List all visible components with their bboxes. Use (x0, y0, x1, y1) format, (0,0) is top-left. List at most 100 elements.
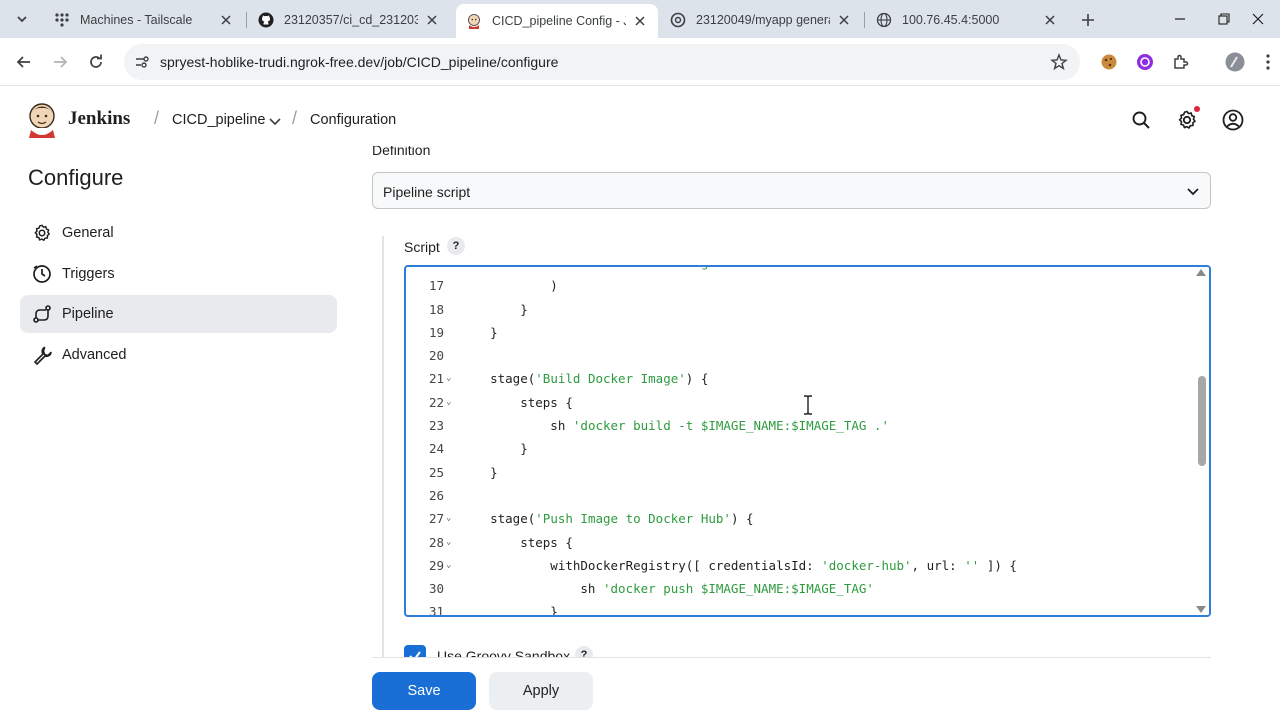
sidebar-item-advanced[interactable]: Advanced (20, 336, 337, 374)
user-account-icon[interactable] (1221, 108, 1245, 132)
line-number: 30 (428, 581, 444, 597)
fold-chevron-icon[interactable]: ⌄ (446, 554, 456, 577)
pipeline-icon (32, 304, 52, 324)
help-icon[interactable]: ? (575, 646, 593, 657)
line-number: 16 (406, 267, 444, 274)
tab-title: CICD_pipeline Config - Je (492, 14, 626, 28)
sidebar-item-pipeline[interactable]: Pipeline (20, 295, 337, 333)
reload-icon[interactable] (84, 50, 108, 74)
new-tab-plus-icon[interactable] (1076, 8, 1100, 32)
script-editor[interactable]: 16 credentialsId: 'github-cr'17 ) 18 } 19 … (404, 265, 1211, 617)
minimize-window-icon[interactable] (1160, 6, 1200, 32)
browser-tab-chatgpt[interactable]: 23120049/myapp genera (660, 6, 862, 34)
breadcrumb-configuration: Configuration (310, 112, 397, 128)
chatgpt-icon (670, 12, 686, 28)
code-text: withDockerRegistry([ credentialsId: 'doc… (460, 557, 1017, 573)
scroll-down-arrow-icon[interactable] (1196, 606, 1206, 613)
text-cursor-icon (802, 395, 814, 415)
address-bar[interactable]: spryest-hoblike-trudi.ngrok-free.dev/job… (124, 44, 1080, 80)
forward-arrow-icon[interactable] (48, 50, 72, 74)
line-number: 22 (428, 394, 444, 410)
chevron-down-icon[interactable] (268, 114, 282, 128)
definition-select[interactable]: Pipeline script (372, 172, 1211, 209)
code-line: 19 } (406, 321, 1196, 344)
close-tab-icon[interactable] (218, 12, 234, 28)
extensions-puzzle-icon[interactable] (1170, 51, 1192, 73)
tab-title: 100.76.45.4:5000 (902, 13, 1000, 27)
bookmark-star-icon[interactable] (1050, 53, 1068, 71)
browser-tab-jenkins[interactable]: CICD_pipeline Config - Je (456, 4, 658, 38)
sidebar-item-general[interactable]: General (20, 214, 337, 252)
cookie-extension-icon[interactable] (1098, 51, 1120, 73)
code-text: steps { (460, 394, 573, 410)
tab-separator (864, 12, 865, 28)
breadcrumb-job[interactable]: CICD_pipeline (172, 112, 266, 128)
code-line: 20 (406, 344, 1196, 367)
globe-icon (876, 12, 892, 28)
fold-chevron-icon[interactable]: ⌄ (446, 391, 456, 414)
scrollbar-thumb[interactable] (1198, 376, 1206, 466)
sidebar-item-triggers[interactable]: Triggers (20, 255, 337, 293)
sidebar-item-label: Advanced (62, 347, 127, 363)
browser-tab-tailscale[interactable]: Machines - Tailscale (44, 6, 244, 34)
fold-chevron-icon[interactable]: ⌄ (446, 367, 456, 390)
code-line: 27 ⌄ stage('Push Image to Docker Hub') { (406, 507, 1196, 530)
site-settings-icon[interactable] (132, 52, 152, 72)
browser-tab-github[interactable]: 23120357/ci_cd_231203 (248, 6, 450, 34)
code-line: 22 ⌄ steps { (406, 391, 1196, 414)
jenkins-header: Jenkins / CICD_pipeline / Configuration (0, 86, 1280, 148)
scroll-up-arrow-icon[interactable] (1196, 269, 1206, 276)
close-window-icon[interactable] (1238, 6, 1278, 32)
line-number: 24 (428, 441, 444, 457)
definition-value: Pipeline script (383, 184, 471, 200)
code-line: 16 credentialsId: 'github-cr' (406, 267, 1196, 274)
code-line: 24 } (406, 437, 1196, 460)
tab-title: 23120357/ci_cd_231203 (284, 13, 418, 27)
close-tab-icon[interactable] (836, 12, 852, 28)
fold-chevron-icon[interactable]: ⌄ (446, 531, 456, 554)
code-line: 17 ) (406, 274, 1196, 297)
code-text: steps { (460, 534, 573, 550)
back-arrow-icon[interactable] (12, 50, 36, 74)
sidebar-item-label: General (62, 225, 114, 241)
apply-button[interactable]: Apply (489, 672, 593, 710)
line-number: 28 (428, 534, 444, 550)
line-number: 26 (428, 487, 444, 503)
close-tab-icon[interactable] (1042, 12, 1058, 28)
breadcrumb-separator: / (154, 108, 160, 128)
code-text: sh 'docker push $IMAGE_NAME:$IMAGE_TAG' (460, 581, 874, 597)
url-text: spryest-hoblike-trudi.ngrok-free.dev/job… (160, 54, 559, 70)
save-button[interactable]: Save (372, 672, 476, 710)
code-text: stage('Push Image to Docker Hub') { (460, 511, 754, 527)
tab-title: Machines - Tailscale (80, 13, 193, 27)
code-text: ) (460, 278, 558, 294)
close-tab-icon[interactable] (424, 12, 440, 28)
code-lines: 16 credentialsId: 'github-cr'17 ) 18 } 19 … (406, 267, 1196, 615)
search-icon[interactable] (1129, 108, 1153, 132)
line-number: 21 (428, 371, 444, 387)
tab-separator (246, 12, 247, 28)
code-text: } (460, 464, 498, 480)
close-tab-icon[interactable] (632, 13, 648, 29)
browser-menu-icon[interactable] (1262, 51, 1274, 73)
groovy-sandbox-checkbox[interactable] (404, 645, 426, 657)
line-number: 29 (428, 557, 444, 573)
jenkins-icon (466, 13, 482, 29)
tab-title: 23120049/myapp genera (696, 13, 830, 27)
script-label: Script (404, 239, 440, 255)
line-number: 18 (428, 301, 444, 317)
jenkins-logo-icon[interactable] (26, 100, 58, 138)
fold-chevron-icon[interactable]: ⌄ (446, 507, 456, 530)
help-icon[interactable]: ? (447, 237, 465, 255)
jenkins-brand[interactable]: Jenkins (68, 108, 130, 130)
code-text: sh 'docker build -t $IMAGE_NAME:$IMAGE_T… (460, 418, 889, 434)
code-line: 28 ⌄ steps { (406, 531, 1196, 554)
code-text: } (460, 301, 528, 317)
tab-search-chevron-icon[interactable] (8, 6, 36, 32)
purple-extension-icon[interactable] (1134, 51, 1156, 73)
editor-scrollbar[interactable] (1194, 267, 1209, 615)
browser-tab-localhost[interactable]: 100.76.45.4:5000 (866, 6, 1068, 34)
code-line: 25 } (406, 461, 1196, 484)
profile-avatar-icon[interactable] (1224, 51, 1246, 73)
code-line: 21 ⌄ stage('Build Docker Image') { (406, 367, 1196, 390)
